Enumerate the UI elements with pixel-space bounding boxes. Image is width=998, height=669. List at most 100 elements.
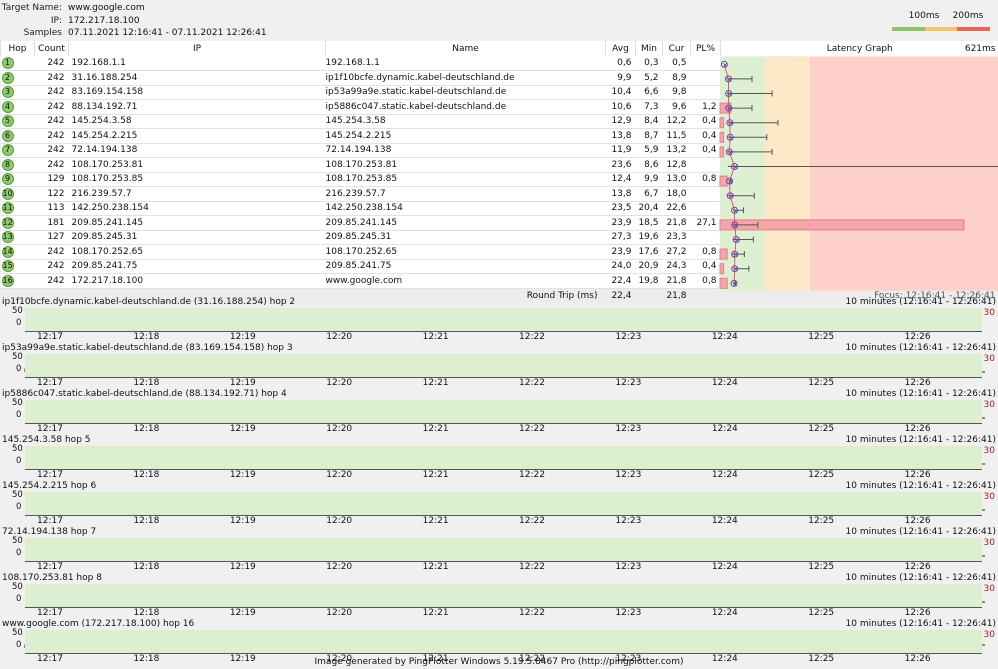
- hop-timeline-panel[interactable]: 145.254.2.215 hop 6 10 minutes (12:16:41…: [0, 481, 998, 527]
- time-tick: 12:24: [711, 332, 738, 342]
- time-tick: 12:19: [229, 470, 256, 480]
- time-tick: 12:20: [326, 332, 353, 342]
- time-tick: 12:26: [904, 562, 931, 572]
- time-tick: 12:19: [229, 562, 256, 572]
- packet-loss-bar: [719, 131, 725, 143]
- time-tick: 12:18: [133, 424, 160, 434]
- time-tick: 12:24: [711, 516, 738, 526]
- time-tick: 12:25: [808, 424, 835, 434]
- latency-plot[interactable]: [25, 446, 982, 469]
- time-tick: 12:25: [808, 562, 835, 572]
- packet-loss-bar: [719, 248, 728, 260]
- hop-timeline-panel[interactable]: 72.14.194.138 hop 7 10 minutes (12:16:41…: [0, 527, 998, 573]
- time-tick: 12:25: [808, 332, 835, 342]
- packet-loss-bar: [719, 277, 728, 289]
- time-tick: 12:20: [326, 516, 353, 526]
- time-tick: 12:20: [326, 378, 353, 388]
- time-tick: 12:17: [37, 424, 63, 434]
- time-tick: 12:19: [229, 332, 256, 342]
- cur-marker: ×: [728, 133, 735, 142]
- y-label-0: 0: [16, 318, 22, 328]
- time-tick: 12:22: [519, 378, 545, 388]
- footer: Image generated by PingPlotter Windows 5…: [314, 657, 684, 667]
- time-tick: 12:26: [904, 470, 931, 480]
- packet-loss-bar: [719, 146, 725, 158]
- time-tick: 12:25: [808, 378, 835, 388]
- cur-marker: ×: [732, 265, 739, 274]
- time-tick: 12:21: [422, 516, 449, 526]
- y-label-50: 50: [12, 306, 23, 316]
- latency-plot[interactable]: [25, 584, 982, 607]
- latency-plot[interactable]: [25, 630, 982, 653]
- y-label-0: 0: [16, 410, 22, 420]
- hop-timeline-panel[interactable]: 145.254.3.58 hop 5 10 minutes (12:16:41 …: [0, 435, 998, 481]
- time-tick: 12:24: [711, 562, 738, 572]
- time-tick: 12:19: [229, 378, 256, 388]
- time-tick: 12:18: [133, 562, 160, 572]
- panel-scale: 30: [983, 492, 995, 502]
- y-label-0: 0: [16, 594, 22, 604]
- panel-title: www.google.com (172.217.18.100) hop 16: [2, 619, 195, 629]
- hop-timeline-panel[interactable]: ip5886c047.static.kabel-deutschland.de (…: [0, 389, 998, 435]
- panel-scale: 30: [983, 538, 995, 548]
- time-tick: 12:21: [422, 424, 449, 434]
- y-label-50: 50: [12, 444, 23, 454]
- time-tick: 12:21: [422, 470, 449, 480]
- cur-marker: ×: [726, 90, 733, 99]
- packet-loss-bar: [719, 263, 725, 275]
- cur-marker: ×: [727, 148, 734, 157]
- y-label-50: 50: [12, 398, 23, 408]
- time-tick: 12:23: [615, 378, 642, 388]
- packet-loss-bar: [719, 117, 725, 129]
- y-label-0: 0: [16, 502, 22, 512]
- latency-plot[interactable]: [25, 492, 982, 515]
- latency-plot[interactable]: [25, 538, 982, 561]
- y-label-50: 50: [12, 628, 23, 638]
- panel-title: ip1f10bcfe.dynamic.kabel-deutschland.de …: [2, 297, 296, 307]
- cur-marker: ×: [732, 250, 739, 259]
- latency-plot[interactable]: [25, 354, 982, 377]
- time-tick: 12:23: [615, 332, 642, 342]
- time-tick: 12:18: [133, 516, 160, 526]
- y-label-0: 0: [16, 364, 22, 374]
- y-label-0: 0: [16, 456, 22, 466]
- time-tick: 12:18: [133, 332, 160, 342]
- hop-timeline-panel[interactable]: ip53a99a9e.static.kabel-deutschland.de (…: [0, 343, 998, 389]
- panel-range: 10 minutes (12:16:41 - 12:26:41): [845, 297, 996, 307]
- time-tick: 12:17: [37, 516, 63, 526]
- latency-plot[interactable]: [25, 308, 982, 331]
- time-tick: 12:21: [422, 378, 449, 388]
- cur-marker: ×: [726, 75, 733, 84]
- time-tick: 12:17: [37, 332, 63, 342]
- cur-marker: ×: [726, 104, 733, 113]
- time-tick: 12:24: [711, 608, 738, 618]
- panel-range: 10 minutes (12:16:41 - 12:26:41): [845, 481, 996, 491]
- time-tick: 12:23: [615, 516, 642, 526]
- zone-bad: [810, 57, 998, 291]
- time-tick: 12:25: [808, 608, 835, 618]
- panel-scale: 30: [983, 354, 995, 364]
- time-tick: 12:23: [615, 470, 642, 480]
- hop-timeline-panel[interactable]: ip1f10bcfe.dynamic.kabel-deutschland.de …: [0, 297, 998, 343]
- time-tick: 12:20: [326, 562, 353, 572]
- time-tick: 12:18: [133, 470, 160, 480]
- panel-scale: 30: [983, 584, 995, 594]
- panel-range: 10 minutes (12:16:41 - 12:26:41): [845, 435, 996, 445]
- time-tick: 12:17: [37, 562, 63, 572]
- time-tick: 12:26: [904, 378, 931, 388]
- panel-range: 10 minutes (12:16:41 - 12:26:41): [845, 573, 996, 583]
- latency-plot[interactable]: [25, 400, 982, 423]
- time-tick: 12:26: [904, 608, 931, 618]
- time-tick: 12:19: [229, 608, 256, 618]
- y-label-0: 0: [16, 640, 22, 650]
- time-tick: 12:22: [519, 470, 545, 480]
- y-label-50: 50: [12, 582, 23, 592]
- time-tick: 12:21: [422, 608, 449, 618]
- time-tick: 12:22: [519, 562, 545, 572]
- y-label-50: 50: [12, 490, 23, 500]
- time-tick: 12:17: [37, 378, 63, 388]
- y-label-50: 50: [12, 536, 23, 546]
- cur-marker: ×: [734, 236, 741, 245]
- hop-timeline-panel[interactable]: 108.170.253.81 hop 8 10 minutes (12:16:4…: [0, 573, 998, 619]
- time-tick: 12:17: [37, 470, 63, 480]
